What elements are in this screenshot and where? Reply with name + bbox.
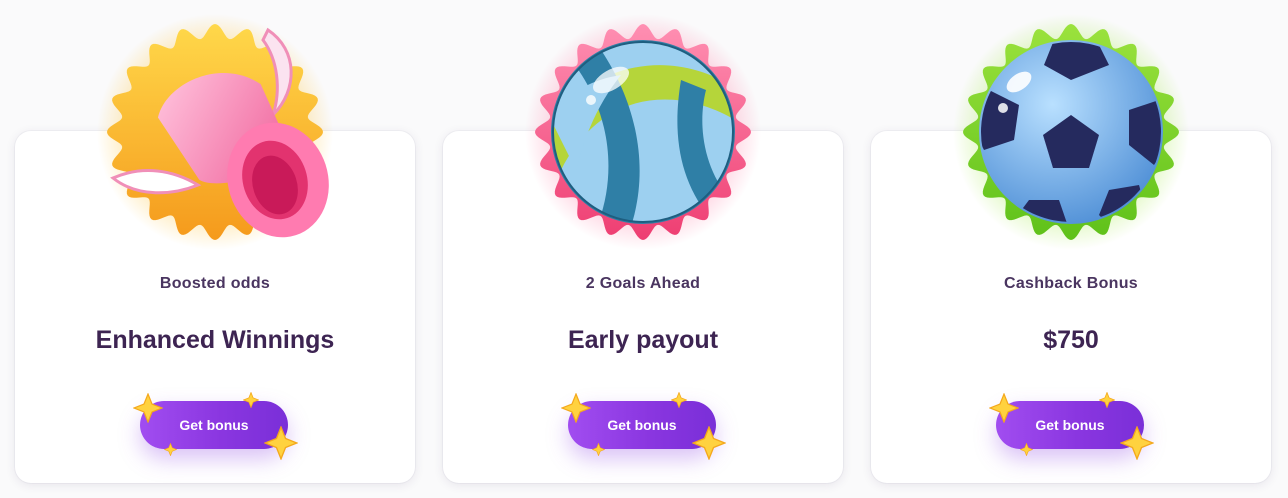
card-subtitle: Boosted odds [159,275,271,292]
sparkle-star-icon [561,393,591,423]
sparkle-star-icon [133,393,163,423]
card-title: Early payout [567,326,719,354]
card-subtitle: Cashback Bonus [1003,275,1138,292]
soccer-ball-icon [953,14,1189,250]
sparkle-star-icon [164,443,177,456]
sparkle-star-icon [1120,426,1154,460]
card-subtitle: 2 Goals Ahead [585,275,701,292]
magic-hat-icon [97,14,333,250]
sparkle-star-icon [264,426,298,460]
sparkle-star-icon [1099,392,1115,408]
sparkle-star-icon [692,426,726,460]
volleyball-icon [525,14,761,250]
sparkle-star-icon [989,393,1019,423]
sparkle-star-icon [1020,443,1033,456]
sparkle-star-icon [592,443,605,456]
sparkle-star-icon [243,392,259,408]
card-title: Enhanced Winnings [95,326,335,354]
sparkle-star-icon [671,392,687,408]
card-title: $750 [1043,326,1099,354]
